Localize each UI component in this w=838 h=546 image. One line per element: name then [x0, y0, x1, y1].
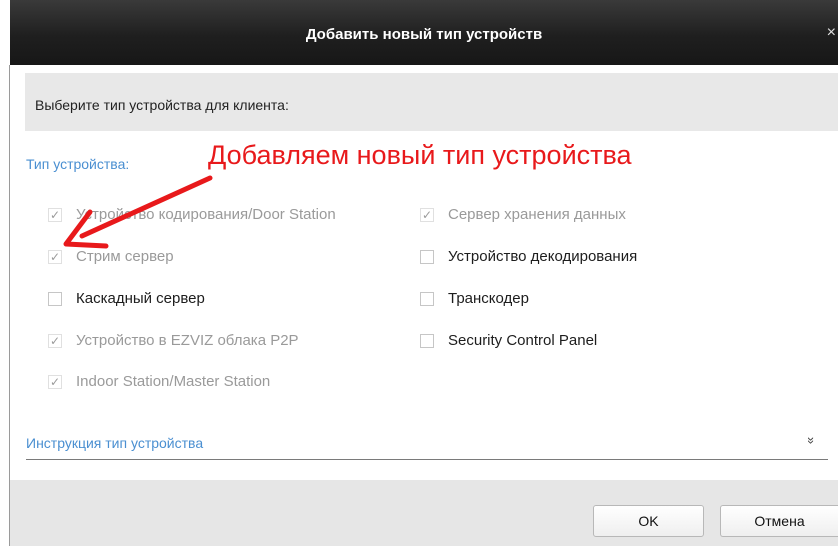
instruction-link[interactable]: Инструкция тип устройства [26, 435, 203, 451]
annotation-arrow-icon [63, 175, 213, 249]
cancel-button[interactable]: Отмена [720, 505, 838, 537]
dialog-footer [10, 480, 838, 546]
instruction-divider [26, 459, 828, 460]
ok-button[interactable]: OK [593, 505, 704, 537]
chevron-down-icon[interactable]: » [804, 437, 819, 444]
add-device-type-dialog: Добавить новый тип устройств × Выберите … [0, 0, 838, 546]
